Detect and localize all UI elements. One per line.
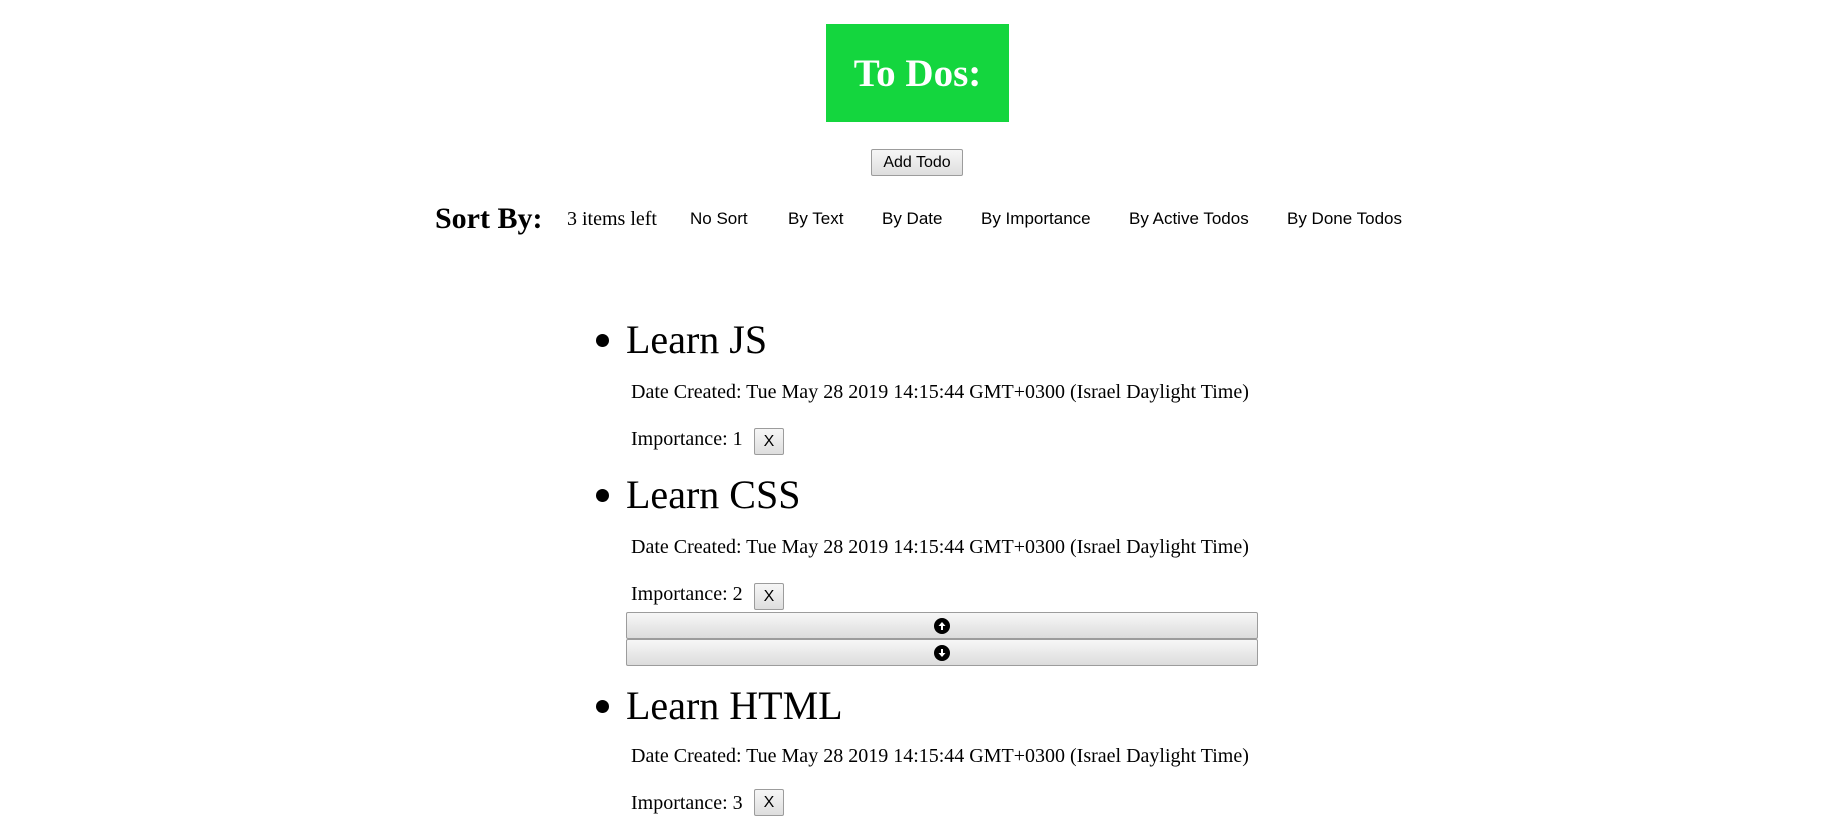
- list-bullet: [596, 700, 609, 713]
- todo-date: Date Created: Tue May 28 2019 14:15:44 G…: [631, 745, 1249, 767]
- sort-no-sort[interactable]: No Sort: [690, 209, 748, 229]
- sort-by-date[interactable]: By Date: [882, 209, 942, 229]
- todo-text: Learn CSS: [626, 472, 801, 517]
- delete-todo-button[interactable]: X: [754, 789, 784, 816]
- move-up-button[interactable]: [626, 612, 1258, 639]
- sort-by-importance[interactable]: By Importance: [981, 209, 1091, 229]
- todo-text: Learn HTML: [626, 683, 843, 728]
- sort-by-text[interactable]: By Text: [788, 209, 843, 229]
- sort-by-done-todos[interactable]: By Done Todos: [1287, 209, 1402, 229]
- sort-bar: Sort By: 3 items left No Sort By Text By…: [0, 200, 1848, 240]
- list-bullet: [596, 334, 609, 347]
- delete-todo-button[interactable]: X: [754, 428, 784, 455]
- page-title: To Dos:: [826, 24, 1009, 122]
- todo-text: Learn JS: [626, 317, 768, 362]
- arrow-down-circle-icon: [934, 644, 950, 661]
- todo-date: Date Created: Tue May 28 2019 14:15:44 G…: [631, 381, 1249, 403]
- delete-todo-button[interactable]: X: [754, 583, 784, 610]
- todo-app: To Dos: Add Todo Sort By: 3 items left N…: [0, 0, 1848, 817]
- sort-by-label: Sort By:: [435, 202, 543, 235]
- todo-importance: Importance: 2: [631, 583, 743, 605]
- todo-importance: Importance: 3: [631, 792, 743, 814]
- add-todo-button[interactable]: Add Todo: [871, 149, 963, 176]
- todo-date: Date Created: Tue May 28 2019 14:15:44 G…: [631, 536, 1249, 558]
- items-left-count: 3 items left: [567, 208, 657, 230]
- arrow-up-circle-icon: [934, 617, 950, 634]
- sort-by-active-todos[interactable]: By Active Todos: [1129, 209, 1249, 229]
- move-down-button[interactable]: [626, 639, 1258, 666]
- todo-importance: Importance: 1: [631, 428, 743, 450]
- list-bullet: [596, 489, 609, 502]
